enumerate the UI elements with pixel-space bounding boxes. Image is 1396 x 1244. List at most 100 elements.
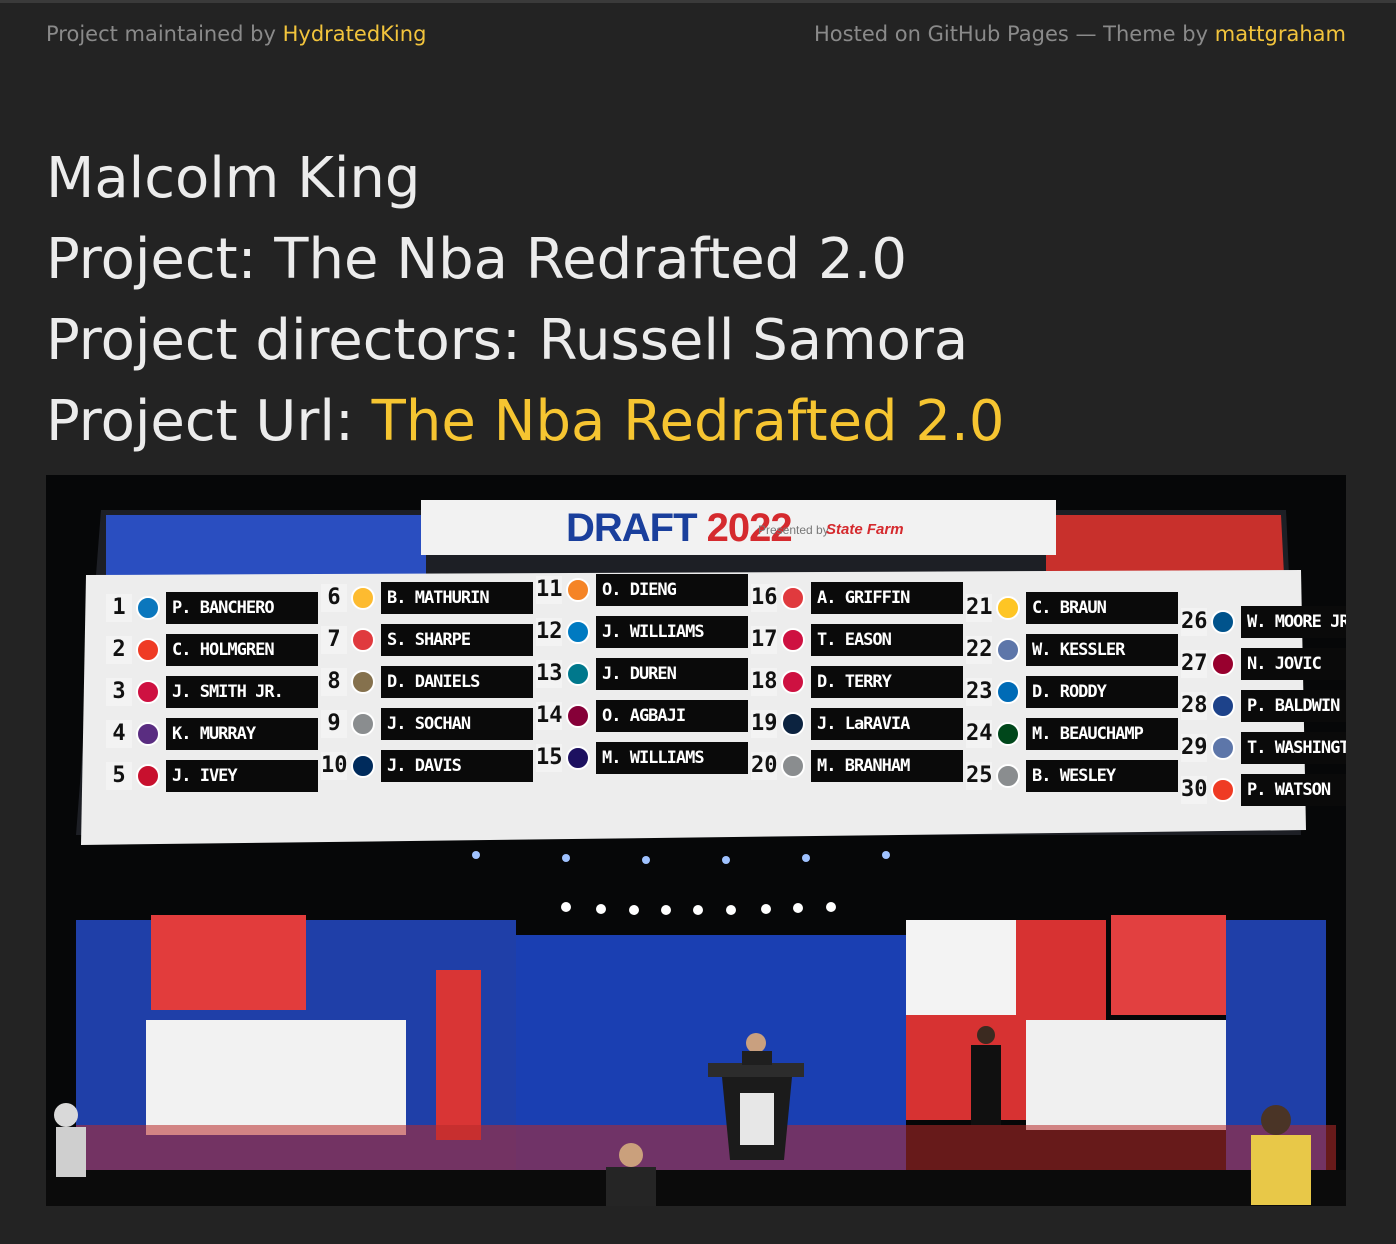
player-name: J. DUREN [596,658,748,690]
player-name: T. EASON [811,624,963,656]
pick-number: 9 [321,710,347,738]
team-logo-icon [781,754,805,778]
player-name: T. WASHINGTON JR. [1241,732,1346,764]
team-logo-icon [351,628,375,652]
player-name: D. DANIELS [381,666,533,698]
pick-number: 14 [536,702,563,730]
team-logo-icon [351,754,375,778]
pick-number: 29 [1181,734,1208,762]
team-logo-icon [136,638,160,662]
team-logo-icon [996,680,1020,704]
player-name: W. KESSLER [1026,634,1178,666]
draft-photo: DRAFT 20 22 Presented by State Farm 1 P. B… [46,475,1346,1206]
top-border [0,0,1396,3]
site-header: Project maintained by HydratedKing Hoste… [46,22,1346,52]
player-name: M. BEAUCHAMP [1026,718,1178,750]
team-logo-icon [136,722,160,746]
player-name: M. BRANHAM [811,750,963,782]
pick-number: 3 [106,678,132,706]
pick-number: 27 [1181,650,1208,678]
pick-number: 17 [751,626,778,654]
team-logo-icon [1211,778,1235,802]
pick-number: 11 [536,576,563,604]
player-name: J. SOCHAN [381,708,533,740]
hosting-prefix: Hosted on GitHub Pages — Theme by [814,22,1209,46]
player-name: P. BANCHERO [166,592,318,624]
pick-number: 28 [1181,692,1208,720]
team-logo-icon [781,628,805,652]
pick-number: 24 [966,720,993,748]
player-name: J. DAVIS [381,750,533,782]
player-name: P. WATSON [1241,774,1346,806]
player-name: J. SMITH JR. [166,676,318,708]
player-name: B. MATHURIN [381,582,533,614]
player-name: O. DIENG [596,574,748,606]
pick-number: 4 [106,720,132,748]
pick-number: 22 [966,636,993,664]
maintainer-prefix: Project maintained by [46,22,276,46]
player-name: J. WILLIAMS [596,616,748,648]
project-url-label: Project Url: [46,389,354,454]
presented-by: Presented by [758,523,829,537]
pick-number: 12 [536,618,563,646]
sponsor-logo: State Farm [826,521,904,538]
hosting-credit: Hosted on GitHub Pages — Theme by mattgr… [814,22,1346,46]
team-logo-icon [781,670,805,694]
team-logo-icon [566,620,590,644]
pick-number: 30 [1181,776,1208,804]
maintainer-credit: Project maintained by HydratedKing [46,22,426,46]
team-logo-icon [566,704,590,728]
team-logo-icon [351,586,375,610]
project-directors: Project directors: Russell Samora [46,308,969,373]
pick-number: 19 [751,710,778,738]
pick-number: 7 [321,626,347,654]
pick-number: 21 [966,594,993,622]
team-logo-icon [781,586,805,610]
team-logo-icon [351,712,375,736]
player-name: B. WESLEY [1026,760,1178,792]
project-heading: Malcolm King Project: The Nba Redrafted … [46,138,1346,462]
pick-number: 23 [966,678,993,706]
pick-number: 8 [321,668,347,696]
player-name: D. RODDY [1026,676,1178,708]
player-name: M. WILLIAMS [596,742,748,774]
team-logo-icon [136,764,160,788]
pick-number: 1 [106,594,132,622]
draft-board: 1 P. BANCHERO 2 C. HOLMGREN 3 J. SMITH JR. 4 K.… [106,574,1346,806]
pick-number: 6 [321,584,347,612]
player-name: D. TERRY [811,666,963,698]
team-logo-icon [1211,610,1235,634]
maintainer-link[interactable]: HydratedKing [283,22,427,46]
player-name: C. BRAUN [1026,592,1178,624]
pick-number: 2 [106,636,132,664]
team-logo-icon [996,596,1020,620]
theme-author-link[interactable]: mattgraham [1215,22,1346,46]
project-url-link[interactable]: The Nba Redrafted 2.0 [372,389,1005,454]
team-logo-icon [996,764,1020,788]
player-name: J. IVEY [166,760,318,792]
pick-number: 18 [751,668,778,696]
player-name: P. BALDWIN JR. [1241,690,1346,722]
player-name: K. MURRAY [166,718,318,750]
team-logo-icon [781,712,805,736]
team-logo-icon [1211,736,1235,760]
player-name: N. JOVIC [1241,648,1346,680]
player-name: C. HOLMGREN [166,634,318,666]
team-logo-icon [566,662,590,686]
team-logo-icon [996,638,1020,662]
team-logo-icon [1211,694,1235,718]
team-logo-icon [351,670,375,694]
team-logo-icon [136,596,160,620]
project-url-line: Project Url: The Nba Redrafted 2.0 [46,381,1346,462]
project-title: Project: The Nba Redrafted 2.0 [46,227,908,292]
pick-number: 10 [321,752,348,780]
player-name: O. AGBAJI [596,700,748,732]
player-name: A. GRIFFIN [811,582,963,614]
pick-number: 15 [536,744,563,772]
board-title-text: DRAFT [566,506,698,550]
player-name: W. MOORE JR. [1241,606,1346,638]
team-logo-icon [566,746,590,770]
team-logo-icon [1211,652,1235,676]
pick-number: 5 [106,762,132,790]
pick-number: 20 [751,752,778,780]
